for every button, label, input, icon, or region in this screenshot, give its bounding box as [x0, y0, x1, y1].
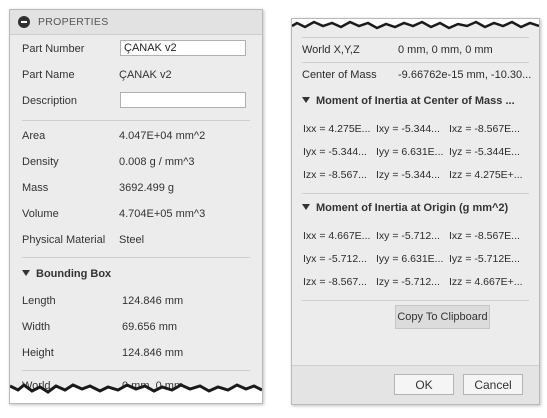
- moi-cell: Izz = 4.275E+...: [449, 169, 523, 181]
- center-of-mass-label: Center of Mass: [302, 69, 377, 81]
- area-label: Area: [22, 130, 46, 142]
- mass-row: Mass 3692.499 g: [10, 175, 262, 201]
- material-row: Physical Material Steel: [10, 227, 262, 253]
- moi-center-row: Izx = -8.567... Izy = -5.344... Izz = 4.…: [292, 164, 539, 187]
- moi-origin-row: Iyx = -5.712... Iyy = 6.631E... Iyz = -5…: [292, 248, 539, 271]
- partial-value: 0 mm, 0 mm: [122, 380, 184, 392]
- partial-label: World: [22, 380, 51, 392]
- world-xyz-label: World X,Y,Z: [302, 44, 360, 56]
- length-label: Length: [22, 295, 56, 307]
- length-value: 124.846 mm: [122, 295, 184, 307]
- world-xyz-value: 0 mm, 0 mm, 0 mm: [398, 44, 493, 56]
- expand-triangle-icon[interactable]: [22, 270, 30, 276]
- divider: [22, 370, 250, 371]
- density-row: Density 0.008 g / mm^3: [10, 149, 262, 175]
- moi-center-header[interactable]: Moment of Inertia at Center of Mass ...: [292, 87, 539, 115]
- moi-origin-row: Izx = -8.567... Izy = -5.712... Izz = 4.…: [292, 271, 539, 294]
- bounding-box-title: Bounding Box: [36, 268, 112, 280]
- width-row: Width 69.656 mm: [10, 314, 262, 340]
- area-row: Area 4.047E+04 mm^2: [10, 123, 262, 149]
- moi-cell: Izx = -8.567...: [303, 276, 367, 288]
- ok-button[interactable]: OK: [394, 374, 454, 395]
- width-label: Width: [22, 321, 51, 333]
- cancel-button[interactable]: Cancel: [463, 374, 523, 395]
- torn-edge: [292, 19, 539, 30]
- inertia-panel: World X,Y,Z 0 mm, 0 mm, 0 mm Center of M…: [291, 18, 540, 405]
- description-label: Description: [22, 95, 78, 107]
- moi-cell: Izz = 4.667E+...: [449, 276, 523, 288]
- height-label: Height: [22, 347, 54, 359]
- divider: [22, 257, 250, 258]
- height-value: 124.846 mm: [122, 347, 184, 359]
- moi-cell: Iyz = -5.712E...: [449, 253, 520, 265]
- expand-triangle-icon[interactable]: [302, 97, 310, 103]
- volume-value: 4.704E+05 mm^3: [119, 208, 206, 220]
- moi-cell: Ixx = 4.275E...: [303, 123, 371, 135]
- moi-cell: Ixz = -8.567E...: [449, 123, 520, 135]
- moi-cell: Izy = -5.344...: [376, 169, 440, 181]
- expand-triangle-icon[interactable]: [302, 204, 310, 210]
- dialog-footer: OK Cancel: [292, 365, 539, 404]
- moi-cell: Iyy = 6.631E...: [376, 253, 444, 265]
- properties-title: PROPERTIES: [38, 16, 109, 28]
- moi-cell: Ixx = 4.667E...: [303, 230, 371, 242]
- part-number-row: Part Number ÇANAK v2: [10, 36, 262, 62]
- moi-cell: Iyz = -5.344E...: [449, 146, 520, 158]
- part-name-value: ÇANAK v2: [119, 69, 172, 81]
- moi-origin-title: Moment of Inertia at Origin (g mm^2): [316, 202, 509, 214]
- material-label: Physical Material: [22, 234, 106, 246]
- part-number-label: Part Number: [22, 43, 85, 55]
- moi-origin-row: Ixx = 4.667E... Ixy = -5.712... Ixz = -8…: [292, 225, 539, 248]
- moi-cell: Iyx = -5.712...: [303, 253, 367, 265]
- moi-cell: Ixy = -5.712...: [376, 230, 440, 242]
- part-name-label: Part Name: [22, 69, 75, 81]
- moi-cell: Ixy = -5.344...: [376, 123, 440, 135]
- description-row: Description: [10, 88, 262, 114]
- mass-value: 3692.499 g: [119, 182, 175, 194]
- moi-cell: Iyx = -5.344...: [303, 146, 367, 158]
- partial-row: World 0 mm, 0 mm: [10, 373, 262, 399]
- height-row: Height 124.846 mm: [10, 340, 262, 366]
- moi-center-row: Iyx = -5.344... Iyy = 6.631E... Iyz = -5…: [292, 141, 539, 164]
- bounding-box-header[interactable]: Bounding Box: [10, 260, 262, 288]
- part-name-row: Part Name ÇANAK v2: [10, 62, 262, 88]
- mass-label: Mass: [22, 182, 49, 194]
- volume-label: Volume: [22, 208, 59, 220]
- copy-to-clipboard-button[interactable]: Copy To Clipboard: [395, 305, 490, 329]
- center-of-mass-value: -9.66762e-15 mm, -10.30...: [398, 69, 532, 81]
- density-value: 0.008 g / mm^3: [119, 156, 195, 168]
- material-value: Steel: [119, 234, 145, 246]
- moi-origin-header[interactable]: Moment of Inertia at Origin (g mm^2): [292, 194, 539, 222]
- moi-cell: Iyy = 6.631E...: [376, 146, 444, 158]
- moi-cell: Izy = -5.712...: [376, 276, 440, 288]
- volume-row: Volume 4.704E+05 mm^3: [10, 201, 262, 227]
- properties-header[interactable]: PROPERTIES: [10, 10, 262, 35]
- part-number-input[interactable]: ÇANAK v2: [120, 40, 246, 56]
- moi-cell: Izx = -8.567...: [303, 169, 367, 181]
- area-value: 4.047E+04 mm^2: [119, 130, 206, 142]
- divider: [22, 120, 250, 121]
- width-value: 69.656 mm: [122, 321, 178, 333]
- world-xyz-row: World X,Y,Z 0 mm, 0 mm, 0 mm: [292, 38, 539, 62]
- moi-cell: Ixz = -8.567E...: [449, 230, 520, 242]
- description-input[interactable]: [120, 92, 246, 108]
- properties-panel: PROPERTIES Part Number ÇANAK v2 Part Nam…: [9, 9, 263, 404]
- collapse-icon[interactable]: [18, 16, 30, 28]
- center-of-mass-row: Center of Mass -9.66762e-15 mm, -10.30..…: [292, 63, 539, 87]
- density-label: Density: [22, 156, 59, 168]
- moi-center-title: Moment of Inertia at Center of Mass ...: [316, 95, 515, 107]
- length-row: Length 124.846 mm: [10, 288, 262, 314]
- moi-center-row: Ixx = 4.275E... Ixy = -5.344... Ixz = -8…: [292, 118, 539, 141]
